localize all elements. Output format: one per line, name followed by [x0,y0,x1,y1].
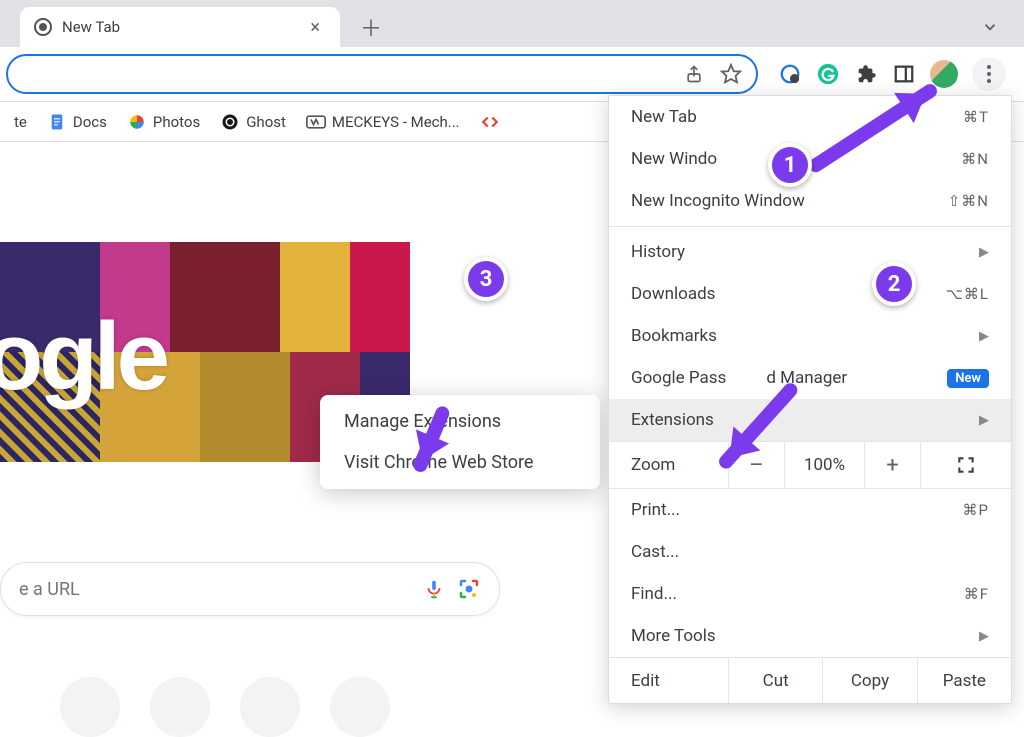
shortcut-chip[interactable] [240,677,300,737]
new-tab-button[interactable]: ＋ [355,11,387,43]
submenu-arrow-icon: ▶ [979,413,989,428]
search-box[interactable]: e a URL [0,562,500,616]
shortcut: ⌘F [964,585,989,603]
label: Find... [631,584,677,604]
tab-title: New Tab [62,18,294,36]
menu-item-password-manager[interactable]: Google Pass d Manager New [609,357,1011,399]
toolbar-actions [764,57,1012,91]
label: New Windo [631,149,717,169]
label: Print... [631,500,680,520]
bookmark-item[interactable]: te [8,109,33,135]
ghost-icon [220,112,240,132]
new-badge: New [947,369,989,388]
label: Extensions [631,410,714,430]
lens-icon[interactable] [457,577,481,601]
code-icon [480,112,500,132]
share-icon[interactable] [684,64,704,84]
bookmark-item[interactable]: Ghost [214,108,292,136]
submenu-arrow-icon: ▶ [979,245,989,260]
menu-item-bookmarks[interactable]: Bookmarks ▶ [609,315,1011,357]
label: History [631,242,685,262]
menu-item-extensions[interactable]: Extensions ▶ [609,399,1011,441]
annotation-badge-2: 2 [872,262,916,306]
annotation-badge-3: 3 [464,257,508,301]
shortcut-chips [60,677,390,737]
menu-item-more-tools[interactable]: More Tools ▶ [609,615,1011,657]
menu-zoom-row: Zoom – 100% + [609,441,1011,489]
bookmark-item[interactable]: MECKEYS - Mech... [300,108,466,136]
zoom-in-button[interactable]: + [865,442,921,488]
menu-item-downloads[interactable]: Downloads ⌥⌘L [609,273,1011,315]
label: New Incognito Window [631,191,805,211]
annotation-badge-1: 1 [768,143,812,187]
bookmark-label: Photos [153,113,200,131]
menu-edit-row: Edit Cut Copy Paste [609,657,1011,703]
bookmark-label: Docs [73,113,107,131]
label: Cast... [631,542,679,562]
chrome-menu-button[interactable] [972,57,1006,91]
label: Google Pass [631,368,726,388]
shortcut: ⌘N [961,150,989,168]
shortcut-chip[interactable] [60,677,120,737]
label: New Tab [631,107,697,127]
label: Downloads [631,284,715,304]
grammarly-icon[interactable] [816,62,840,86]
edit-label: Edit [609,658,729,703]
menu-item-new-incognito[interactable]: New Incognito Window ⇧⌘N [609,180,1011,222]
search-placeholder: e a URL [19,579,411,600]
shortcut: ⌘T [963,108,989,126]
menu-item-print[interactable]: Print... ⌘P [609,489,1011,531]
menu-item-visit-webstore[interactable]: Visit Chrome Web Store [320,442,600,483]
menu-item-cast[interactable]: Cast... [609,531,1011,573]
extensions-puzzle-icon[interactable] [854,62,878,86]
meckeys-icon [306,112,326,132]
extension-icon-1[interactable] [778,62,802,86]
bookmark-star-icon[interactable] [720,63,742,85]
label: d Manager [766,368,847,388]
submenu-arrow-icon: ▶ [979,329,989,344]
menu-item-find[interactable]: Find... ⌘F [609,573,1011,615]
menu-item-manage-extensions[interactable]: Manage Extensions [320,401,600,442]
photos-icon [127,112,147,132]
shortcut-chip[interactable] [330,677,390,737]
extensions-submenu: Manage Extensions Visit Chrome Web Store [320,395,600,489]
toolbar [0,47,1024,102]
cut-button[interactable]: Cut [729,658,823,703]
bookmark-item[interactable]: Docs [41,108,113,136]
zoom-value: 100% [785,442,865,488]
close-tab-icon[interactable]: × [304,17,326,38]
bookmark-item[interactable]: Photos [121,108,206,136]
shortcut: ⌘P [963,501,989,519]
submenu-arrow-icon: ▶ [979,629,989,644]
shortcut-chip[interactable] [150,677,210,737]
bookmark-label: te [14,113,27,131]
browser-tab[interactable]: New Tab × [20,7,340,47]
paste-button[interactable]: Paste [918,658,1011,703]
shortcut: ⌥⌘L [946,285,989,303]
bookmark-label: Ghost [246,113,286,131]
tab-strip: New Tab × ＋ [0,0,1024,47]
menu-item-new-tab[interactable]: New Tab ⌘T [609,96,1011,138]
address-bar[interactable] [6,54,758,94]
bookmark-label: MECKEYS - Mech... [332,113,460,131]
bookmark-item[interactable] [474,108,506,136]
docs-icon [47,112,67,132]
label: Bookmarks [631,326,717,346]
shortcut: ⇧⌘N [948,192,989,210]
tab-favicon [34,18,52,36]
tab-search-button[interactable] [976,13,1004,41]
doodle-logo-text: oogle [0,302,166,412]
label: More Tools [631,626,716,646]
fullscreen-button[interactable] [921,442,1011,488]
voice-search-icon[interactable] [423,578,445,600]
chrome-menu: New Tab ⌘T New Windo ⌘N New Incognito Wi… [608,95,1012,704]
menu-item-history[interactable]: History ▶ [609,231,1011,273]
copy-button[interactable]: Copy [823,658,917,703]
